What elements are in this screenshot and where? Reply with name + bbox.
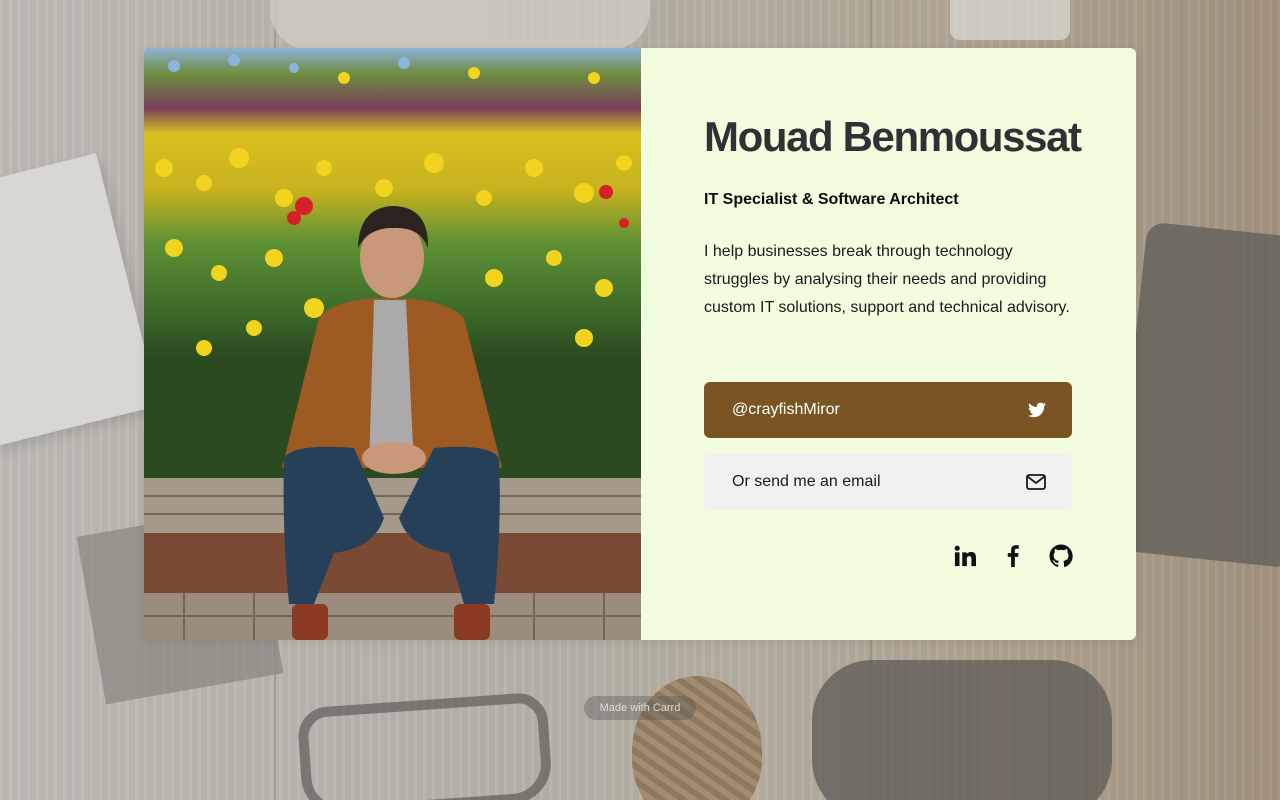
twitter-button-label: @crayfishMiror bbox=[732, 401, 840, 418]
twitter-button[interactable]: @crayfishMiror bbox=[704, 382, 1072, 438]
profile-info-panel: Mouad Benmoussat IT Specialist & Softwar… bbox=[641, 48, 1136, 640]
profile-name: Mouad Benmoussat bbox=[704, 113, 1082, 160]
profile-role: IT Specialist & Software Architect bbox=[704, 191, 959, 208]
facebook-link[interactable] bbox=[1001, 544, 1025, 568]
twitter-icon bbox=[1028, 402, 1046, 418]
profile-card: Mouad Benmoussat IT Specialist & Softwar… bbox=[144, 48, 1136, 640]
linkedin-icon bbox=[954, 545, 976, 567]
envelope-icon bbox=[1026, 474, 1046, 490]
github-icon bbox=[1049, 544, 1073, 568]
linkedin-link[interactable] bbox=[953, 544, 977, 568]
profile-photo bbox=[144, 48, 641, 640]
email-button-label: Or send me an email bbox=[732, 473, 881, 490]
made-with-carrd-badge[interactable]: Made with Carrd bbox=[584, 696, 696, 720]
email-button[interactable]: Or send me an email bbox=[704, 454, 1072, 510]
github-link[interactable] bbox=[1049, 544, 1073, 568]
facebook-icon bbox=[1007, 545, 1019, 567]
social-links bbox=[953, 544, 1073, 568]
profile-bio: I help businesses break through technolo… bbox=[704, 243, 1070, 316]
